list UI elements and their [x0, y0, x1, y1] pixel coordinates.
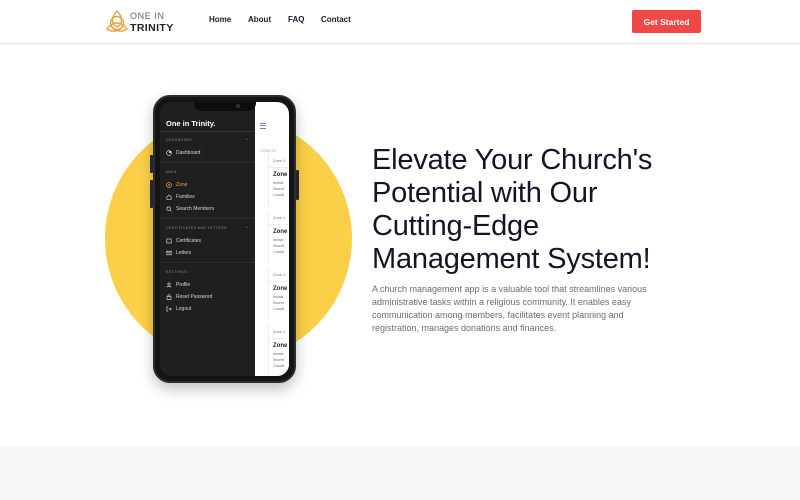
sidebar-item-label: Certificates: [176, 238, 202, 244]
card-header: Zone 1: [273, 272, 286, 277]
divider: [160, 262, 255, 263]
sidebar-item-label: Zone: [176, 182, 188, 188]
headline-line: Elevate Your Church's: [372, 144, 653, 176]
hero-description: A church management app is a valuable to…: [372, 284, 647, 333]
card-line: Coordi: [273, 193, 285, 197]
sidebar-item-label: Logout: [176, 306, 192, 312]
card-line: Coordi: [273, 250, 285, 254]
nav-home-link[interactable]: Home: [209, 15, 231, 24]
nav-faq-link[interactable]: FAQ: [288, 15, 304, 24]
camera-icon: [236, 104, 240, 108]
card-line: Secret: [273, 358, 284, 362]
logout-icon: [166, 306, 172, 312]
site-header: ONE IN TRINITY Home About FAQ Contact Ge…: [0, 0, 800, 44]
sidebar-item-label: Profile: [176, 282, 191, 288]
sidebar-item-reset-password[interactable]: Reset Password: [166, 293, 212, 301]
phone-side-button: [296, 170, 299, 200]
next-section-band: [0, 447, 800, 500]
card-line: Coordi: [273, 307, 285, 311]
sidebar-item-families[interactable]: Families: [166, 193, 195, 201]
zone-card[interactable]: Zone 1 Zone Inchar Secret Coordi: [268, 211, 289, 263]
search-icon: [166, 206, 172, 212]
nav-about-link[interactable]: About: [248, 15, 271, 24]
section-label-main: MAIN: [166, 170, 177, 174]
hero-headline: Elevate Your Church's Potential with Our…: [372, 144, 712, 276]
sidebar-item-label: Families: [176, 194, 195, 200]
sidebar-item-logout[interactable]: Logout: [166, 305, 191, 313]
divider: [269, 224, 289, 225]
card-title: Zone: [273, 343, 288, 349]
logo-text-bottom: TRINITY: [130, 22, 174, 34]
card-header: Zone 1: [273, 158, 286, 163]
headline-line: Potential with Our: [372, 177, 598, 209]
sidebar-item-profile[interactable]: Profile: [166, 281, 190, 289]
letter-icon: [166, 250, 172, 256]
app-sidebar: One in Trinity. DASHBOARD ⌄ Dashboard MA…: [160, 102, 255, 376]
sidebar-item-letters[interactable]: Letters: [166, 249, 191, 257]
card-header: Zone 1: [273, 215, 286, 220]
zone-card[interactable]: Zone 1 Zone Inchar Secret Coordi: [268, 154, 289, 206]
divider: [160, 218, 255, 219]
sidebar-item-label: Reset Password: [176, 294, 213, 300]
section-label-settings: SETTINGS: [166, 270, 188, 274]
sidebar-item-label: Search Members: [176, 206, 215, 212]
get-started-button[interactable]: Get Started: [632, 10, 701, 33]
card-line: Secret: [273, 187, 284, 191]
phone-screen: One in Trinity. DASHBOARD ⌄ Dashboard MA…: [160, 102, 289, 376]
lock-icon: [166, 294, 172, 300]
section-label-dashboard: DASHBOARD: [166, 138, 193, 142]
hamburger-menu-icon[interactable]: [260, 123, 266, 130]
card-line: Coordi: [273, 364, 285, 368]
zone-icon: [166, 182, 172, 188]
card-title: Zone: [273, 229, 288, 235]
content-section-label: COUNTS: [260, 149, 277, 153]
profile-icon: [166, 282, 172, 288]
sidebar-item-label: Letters: [176, 250, 192, 256]
divider: [269, 338, 289, 339]
logo-text-top: ONE IN: [130, 11, 165, 21]
card-line: Secret: [273, 301, 284, 305]
headline-line: Cutting-Edge: [372, 210, 539, 242]
headline-line: Management System!: [372, 243, 651, 275]
sidebar-item-dashboard[interactable]: Dashboard: [166, 149, 200, 157]
brand-logo[interactable]: ONE IN TRINITY: [104, 8, 173, 36]
trinity-knot-icon: [106, 10, 128, 32]
chevron-down-icon[interactable]: ⌄: [245, 136, 249, 142]
dashboard-icon: [166, 150, 172, 156]
families-icon: [166, 194, 172, 200]
app-title: One in Trinity.: [166, 119, 216, 128]
card-header: Zone 1: [273, 329, 286, 334]
section-label-certificates: CERTIFICATES AND LETTERS: [166, 226, 227, 230]
card-line: Secret: [273, 244, 284, 248]
sidebar-item-search-members[interactable]: Search Members: [166, 205, 214, 213]
phone-notch: [194, 102, 256, 111]
divider: [160, 162, 255, 163]
card-title: Zone: [273, 286, 288, 292]
sidebar-item-certificates[interactable]: Certificates: [166, 237, 201, 245]
zone-card[interactable]: Zone 1 Zone Inchar Secret Coordi: [268, 268, 289, 320]
card-title: Zone: [273, 172, 288, 178]
app-content-pane: COUNTS Zone 1 Zone Inchar Secret Coordi …: [255, 102, 289, 376]
card-line: Inchar: [273, 181, 284, 185]
divider: [269, 281, 289, 282]
chevron-down-icon[interactable]: ⌄: [245, 224, 249, 230]
sidebar-item-label: Dashboard: [176, 150, 201, 156]
card-line: Inchar: [273, 295, 284, 299]
sidebar-item-zone[interactable]: Zone: [166, 181, 187, 189]
zone-card[interactable]: Zone 1 Zone Inchar Secret Coordi: [268, 325, 289, 376]
card-line: Inchar: [273, 238, 284, 242]
card-line: Inchar: [273, 352, 284, 356]
divider: [160, 131, 255, 132]
divider: [269, 167, 289, 168]
phone-mockup: One in Trinity. DASHBOARD ⌄ Dashboard MA…: [153, 95, 296, 383]
certificate-icon: [166, 238, 172, 244]
nav-contact-link[interactable]: Contact: [321, 15, 351, 24]
